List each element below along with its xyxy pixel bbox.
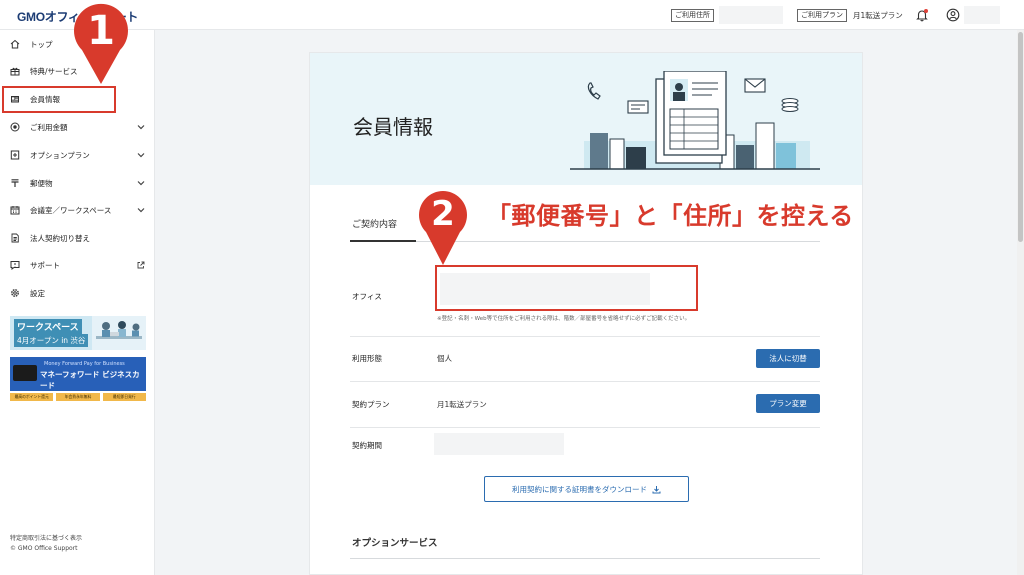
address-tag: ご利用住所 bbox=[671, 9, 714, 22]
instruction-text: 「郵便番号」と「住所」を控える bbox=[487, 202, 854, 230]
postal-icon bbox=[11, 179, 19, 187]
user-name-redacted bbox=[964, 6, 1000, 24]
sidebar-item-mail[interactable]: 郵便物 bbox=[0, 170, 155, 196]
step-marker-number: 1 bbox=[87, 8, 115, 54]
page-title: 会員情報 bbox=[353, 115, 433, 139]
plan-value: 月1転送プラン bbox=[853, 11, 903, 20]
gift-icon bbox=[10, 67, 20, 76]
download-certificate-button[interactable]: 利用契約に関する証明書をダウンロード bbox=[484, 476, 689, 502]
highlight-box-office bbox=[435, 265, 698, 311]
option-underline bbox=[350, 558, 820, 559]
sidebar-item-corporate-switch[interactable]: 法人契約切り替え bbox=[0, 225, 155, 251]
plan-tag: ご利用プラン bbox=[797, 9, 847, 22]
row-divider bbox=[350, 381, 820, 382]
notification-dot bbox=[924, 9, 928, 13]
page-hero: 会員情報 bbox=[310, 53, 862, 185]
sidebar-item-label: 会議室／ワークスペース bbox=[30, 205, 112, 215]
calendar-icon bbox=[10, 206, 20, 215]
document-icon bbox=[11, 233, 19, 243]
bell-icon[interactable] bbox=[915, 8, 929, 22]
switch-to-corporate-button[interactable]: 法人に切替 bbox=[756, 349, 820, 368]
usage-value: 個人 bbox=[437, 354, 452, 363]
download-certificate-label: 利用契約に関する証明書をダウンロード bbox=[512, 484, 647, 494]
badge: 最短即日発行 bbox=[102, 393, 146, 401]
highlight-box-member-info bbox=[2, 86, 116, 113]
user-circle-icon[interactable] bbox=[946, 8, 960, 22]
sidebar-item-label: 設定 bbox=[30, 288, 45, 298]
sidebar-item-label: サポート bbox=[30, 260, 60, 270]
scrollbar-thumb[interactable] bbox=[1018, 32, 1023, 242]
row-divider bbox=[350, 336, 820, 337]
workspace-banner-subtitle: 4月オープン in 渋谷 bbox=[14, 334, 89, 347]
gear-icon bbox=[11, 289, 19, 297]
tab-underline-active bbox=[350, 240, 416, 242]
sidebar-item-label: 法人契約切り替え bbox=[30, 233, 90, 243]
legal-notice-link[interactable]: 特定商取引法に基づく表示 bbox=[10, 533, 82, 542]
external-link-icon[interactable] bbox=[137, 261, 145, 269]
address-value-redacted bbox=[719, 6, 783, 24]
workspace-illustration bbox=[92, 316, 146, 350]
plan-value: 月1転送プラン bbox=[437, 400, 487, 409]
business-card-brand: Money Forward Pay for Business bbox=[44, 361, 125, 367]
sidebar-item-label: トップ bbox=[30, 39, 53, 49]
card-image bbox=[13, 365, 37, 381]
plus-doc-icon bbox=[10, 150, 20, 160]
sidebar-item-usage-fees[interactable]: ご利用金額 bbox=[0, 114, 155, 140]
main-panel: 会員情報 ご契約内容 オフィス ※登記・名刺・Web等で住所をご利用される際は、… bbox=[309, 52, 863, 575]
row-divider bbox=[350, 427, 820, 428]
chevron-down-icon[interactable] bbox=[137, 151, 145, 159]
sidebar-item-label: ご利用金額 bbox=[30, 122, 68, 132]
plan-label: 契約プラン bbox=[352, 400, 390, 409]
home-icon bbox=[10, 39, 20, 49]
change-plan-button[interactable]: プラン変更 bbox=[756, 394, 820, 413]
download-icon bbox=[652, 485, 661, 493]
business-card-banner[interactable]: Money Forward Pay for Business マネーフォワード … bbox=[10, 357, 146, 391]
chevron-down-icon[interactable] bbox=[137, 179, 145, 187]
period-value-redacted bbox=[434, 433, 564, 455]
business-card-title: マネーフォワード ビジネスカード bbox=[40, 370, 140, 390]
sidebar-item-settings[interactable]: 設定 bbox=[0, 280, 155, 306]
business-card-badges: 最高のポイント還元 年会費永年無料 最短即日発行 bbox=[10, 393, 146, 401]
office-note: ※登記・名刺・Web等で住所をご利用される際は、階数／部屋番号を省略せずに必ずご… bbox=[437, 316, 691, 322]
sidebar-item-label: 郵便物 bbox=[30, 178, 53, 188]
badge: 年会費永年無料 bbox=[56, 393, 100, 401]
chevron-down-icon[interactable] bbox=[137, 206, 145, 214]
option-service-title: オプションサービス bbox=[352, 538, 438, 549]
sidebar-item-meeting-room[interactable]: 会議室／ワークスペース bbox=[0, 197, 155, 223]
copyright: © GMO Office Support bbox=[10, 545, 78, 552]
badge: 最高のポイント還元 bbox=[10, 393, 54, 401]
period-label: 契約期間 bbox=[352, 441, 382, 450]
step-marker-number: 2 bbox=[431, 194, 455, 234]
office-label: オフィス bbox=[352, 292, 382, 301]
workspace-banner[interactable]: ワークスペース 4月オープン in 渋谷 bbox=[10, 316, 146, 350]
hero-illustration bbox=[570, 71, 820, 170]
top-header: GMOオフィスサポート ご利用住所 ご利用プラン 月1転送プラン bbox=[0, 0, 1024, 30]
chevron-down-icon[interactable] bbox=[137, 123, 145, 131]
support-icon bbox=[10, 261, 20, 270]
tab-contract[interactable]: ご契約内容 bbox=[352, 217, 397, 230]
sidebar-item-label: オプションプラン bbox=[30, 150, 90, 160]
workspace-banner-title: ワークスペース bbox=[14, 319, 82, 334]
sidebar-item-option-plan[interactable]: オプションプラン bbox=[0, 142, 155, 168]
usage-label: 利用形態 bbox=[352, 354, 382, 363]
coin-icon bbox=[10, 122, 20, 132]
sidebar-item-support[interactable]: サポート bbox=[0, 252, 155, 278]
step-marker-1: 1 bbox=[70, 2, 132, 86]
step-marker-2: 2 bbox=[416, 190, 470, 266]
